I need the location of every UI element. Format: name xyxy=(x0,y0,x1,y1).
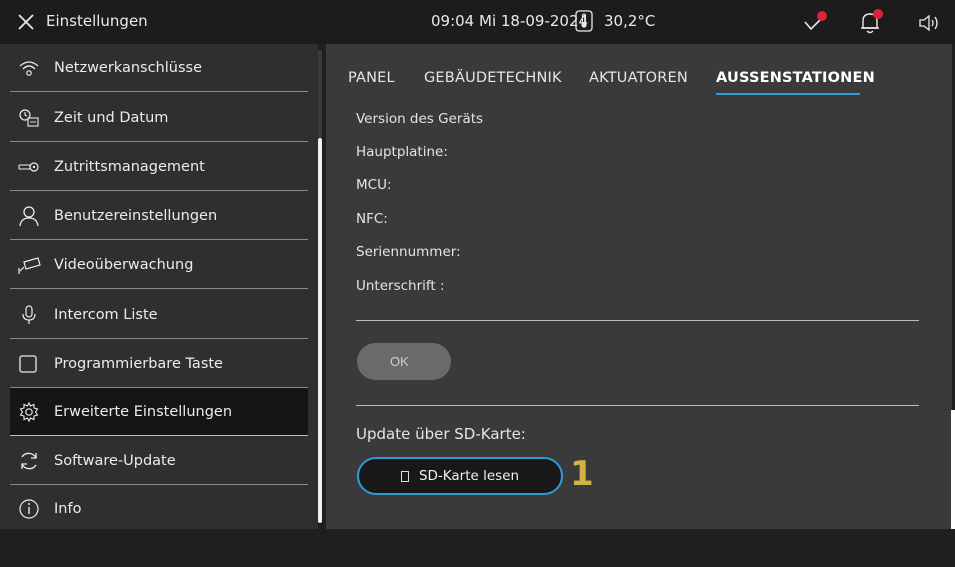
sidebar-item-label: Software-Update xyxy=(54,452,176,469)
bottom-bar xyxy=(0,529,955,567)
sidebar-item-user-settings[interactable]: Benutzereinstellungen xyxy=(10,192,308,240)
main-scroll-edge xyxy=(951,410,955,529)
active-tab-indicator xyxy=(716,93,860,95)
main-panel: PANEL GEBÄUDETECHNIK AKTUATOREN AUSSENST… xyxy=(326,44,952,529)
sidebar-item-software-update[interactable]: Software-Update xyxy=(10,437,308,485)
sidebar-item-network[interactable]: Netzwerkanschlüsse xyxy=(10,44,308,92)
ok-button[interactable]: OK xyxy=(357,343,451,380)
close-icon[interactable] xyxy=(16,12,36,32)
thermometer-icon xyxy=(575,10,593,32)
clock-calendar-icon xyxy=(18,107,44,129)
callout-number: 1 xyxy=(570,454,594,494)
divider xyxy=(356,405,919,406)
tab-panel[interactable]: PANEL xyxy=(348,70,395,86)
key-icon xyxy=(18,156,44,178)
info-icon xyxy=(18,498,44,520)
sidebar-item-label: Zutrittsmanagement xyxy=(54,158,205,175)
sidebar: Netzwerkanschlüsse Zeit und Datum Zutrit… xyxy=(0,44,318,529)
camera-icon xyxy=(18,254,44,276)
sidebar-scrollbar[interactable] xyxy=(318,138,322,523)
datetime: 09:04 Mi 18-09-2024 xyxy=(431,12,589,30)
square-button-icon xyxy=(18,353,44,375)
sd-card-icon xyxy=(400,470,409,482)
sidebar-item-video-surveillance[interactable]: Videoüberwachung xyxy=(10,241,308,289)
sidebar-item-intercom-list[interactable]: Intercom Liste xyxy=(10,291,308,339)
sidebar-item-programmable-key[interactable]: Programmierbare Taste xyxy=(10,340,308,388)
sidebar-item-label: Erweiterte Einstellungen xyxy=(54,403,233,420)
sidebar-item-time-date[interactable]: Zeit und Datum xyxy=(10,94,308,142)
divider xyxy=(356,320,919,321)
sidebar-item-label: Videoüberwachung xyxy=(54,256,194,273)
sidebar-item-access-management[interactable]: Zutrittsmanagement xyxy=(10,143,308,191)
tab-outdoor-stations[interactable]: AUSSENSTATIONEN xyxy=(716,70,875,86)
mcu-label: MCU: xyxy=(356,177,392,193)
nfc-label: NFC: xyxy=(356,211,388,227)
sd-update-heading: Update über SD-Karte: xyxy=(356,425,526,443)
sidebar-item-label: Intercom Liste xyxy=(54,306,158,323)
device-version-heading: Version des Geräts xyxy=(356,111,484,127)
temperature: 30,2°C xyxy=(604,12,656,30)
sidebar-item-label: Benutzereinstellungen xyxy=(54,207,218,224)
sidebar-item-label: Programmierbare Taste xyxy=(54,355,223,372)
checkmark-notification-icon[interactable] xyxy=(803,10,829,34)
sidebar-item-advanced-settings[interactable]: Erweiterte Einstellungen xyxy=(10,388,308,436)
bell-notification-icon[interactable] xyxy=(857,8,885,36)
microphone-icon xyxy=(18,304,44,326)
refresh-icon xyxy=(18,450,44,472)
page-title: Einstellungen xyxy=(46,12,148,30)
sidebar-item-label: Info xyxy=(54,501,82,517)
mainboard-label: Hauptplatine: xyxy=(356,144,448,160)
sidebar-scroll-track xyxy=(318,50,322,138)
user-icon xyxy=(18,205,44,227)
top-bar: Einstellungen 09:04 Mi 18-09-2024 30,2°C xyxy=(0,0,955,44)
signature-label: Unterschrift : xyxy=(356,278,445,294)
wifi-icon xyxy=(18,57,44,79)
serial-number-label: Seriennummer: xyxy=(356,244,461,260)
sidebar-item-label: Netzwerkanschlüsse xyxy=(54,59,202,76)
read-sd-card-label: SD-Karte lesen xyxy=(418,468,520,484)
sidebar-item-label: Zeit und Datum xyxy=(54,109,169,126)
tab-building-technology[interactable]: GEBÄUDETECHNIK xyxy=(424,70,562,86)
read-sd-card-button[interactable]: SD-Karte lesen xyxy=(357,457,563,495)
gear-icon xyxy=(18,401,44,423)
tab-actuators[interactable]: AKTUATOREN xyxy=(589,70,688,86)
sidebar-item-info[interactable]: Info xyxy=(10,485,308,533)
speaker-icon[interactable] xyxy=(917,12,941,34)
